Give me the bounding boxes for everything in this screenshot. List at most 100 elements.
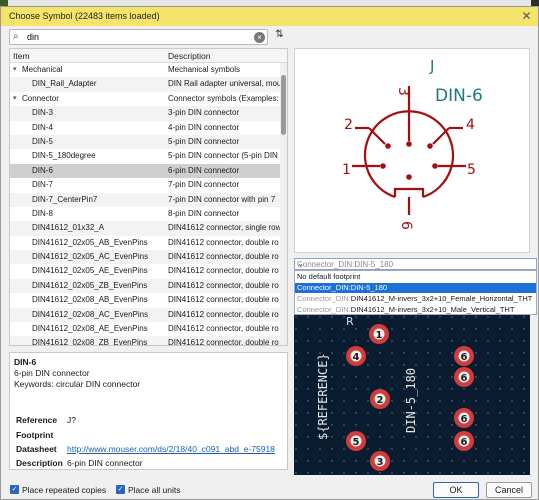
pad-number: 3 xyxy=(377,457,384,468)
tree-row[interactable]: DIN-5_180degree 5-pin DIN connector (5-pi… xyxy=(10,149,280,163)
tree-item-description: DIN41612 connector, double ro xyxy=(168,295,279,305)
tree-row[interactable]: DIN41612_02x08_AB_EvenPins DIN41612 conne… xyxy=(10,293,280,307)
pin-5-label: 5 xyxy=(467,162,476,178)
tree-item-name: DIN-8 xyxy=(32,208,53,218)
footprint-ref-letter: R xyxy=(346,315,354,328)
expand-arrow-icon[interactable]: ▾ xyxy=(13,94,17,102)
tree-item-name: DIN41612_02x08_AE_EvenPins xyxy=(32,324,148,334)
field-value-reference: J? xyxy=(67,415,76,425)
close-icon[interactable]: ✕ xyxy=(519,9,534,24)
pin-6-label: 6 xyxy=(398,221,414,230)
field-label-reference: Reference xyxy=(16,415,58,425)
tree-item-name: Connector xyxy=(22,93,59,103)
tree-item-name: DIN-7_CenterPin7 xyxy=(32,194,98,204)
bottom-bar: ✓ Place repeated copies ✓ Place all unit… xyxy=(1,477,538,500)
footprint-pad: 6 xyxy=(454,367,474,387)
tree-row[interactable]: DIN-5 5-pin DIN connector xyxy=(10,134,280,150)
footprint-pad: 6 xyxy=(454,408,474,428)
tree-rows: ▾ Mechanical Mechanical symbols DIN_Rail_Ad… xyxy=(10,63,280,346)
info-symbol-name: DIN-6 xyxy=(14,357,37,367)
tree-item-description: DIN41612 connector, double ro xyxy=(168,309,279,319)
tree-item-name: DIN-3 xyxy=(32,108,53,118)
tree-item-name: DIN-5 xyxy=(32,136,53,146)
tree-item-description: 5-pin DIN connector (5-pin DIN xyxy=(168,151,278,161)
tree-row[interactable]: DIN_Rail_Adapter DIN Rail adapter univers… xyxy=(10,77,280,92)
search-box[interactable]: ⌕ × xyxy=(9,29,268,45)
place-repeated-checkbox[interactable]: ✓ xyxy=(10,485,19,494)
tree-item-name: DIN41612_02x08_ZB_EvenPins xyxy=(32,338,148,346)
datasheet-link[interactable]: http://www.mouser.com/ds/2/18/40_c091_ab… xyxy=(67,444,275,454)
scrollbar-thumb[interactable] xyxy=(281,75,286,135)
pad-number: 1 xyxy=(376,330,383,341)
pad-number: 5 xyxy=(353,437,360,448)
tree-group-row[interactable]: ▾ Connector Connector symbols (Examples: xyxy=(10,92,280,106)
tree-item-name: DIN41612_02x08_AC_EvenPins xyxy=(32,309,149,319)
tree-row[interactable]: DIN-7_CenterPin7 7-pin DIN connector with… xyxy=(10,192,280,207)
tree-row[interactable]: DIN-6 6-pin DIN connector xyxy=(10,163,280,179)
tree-row[interactable]: DIN-7 7-pin DIN connector xyxy=(10,178,280,192)
footprint-option-selected[interactable]: Connector_DIN:DIN-5_180 xyxy=(295,283,536,293)
footprint-pad: 6 xyxy=(454,431,474,451)
symbol-tree: Item Description ▾ Mechanical Mechanical s… xyxy=(9,48,288,346)
tree-scrollbar[interactable] xyxy=(280,63,287,345)
footprint-pad: 6 xyxy=(454,346,474,366)
footprint-preview: R ${REFERENCE} DIN-5_180 1 4 6 6 2 6 5 6 3 xyxy=(294,315,530,475)
place-all-units-label: Place all units xyxy=(128,485,181,495)
tree-row[interactable]: DIN41612_02x08_AE_EvenPins DIN41612 conne… xyxy=(10,322,280,336)
tree-item-name: DIN_Rail_Adapter xyxy=(32,79,97,89)
column-header-item[interactable]: Item xyxy=(13,51,30,61)
footprint-graphic: R ${REFERENCE} DIN-5_180 1 4 6 6 2 6 5 6 3 xyxy=(294,315,530,475)
pad-number: 6 xyxy=(461,414,468,425)
tree-item-description: 7-pin DIN connector xyxy=(168,180,240,190)
footprint-pad: 1 xyxy=(369,324,389,344)
tree-row[interactable]: DIN41612_01x32_A DIN41612 connector, sing… xyxy=(10,221,280,236)
tree-item-description: DIN41612 connector, double ro xyxy=(168,338,279,346)
tree-item-description: DIN41612 connector, double ro xyxy=(168,280,279,290)
footprint-option[interactable]: No default footprint xyxy=(295,272,536,282)
symbol-info-panel: DIN-6 6-pin DIN connector Keywords: circ… xyxy=(9,352,288,470)
cancel-button[interactable]: Cancel xyxy=(486,482,532,498)
pin-4-label: 4 xyxy=(466,117,475,133)
pin-2-label: 2 xyxy=(344,117,353,133)
tree-item-description: 6-pin DIN connector xyxy=(168,165,240,175)
tree-row[interactable]: DIN41612_02x05_AC_EvenPins DIN41612 conne… xyxy=(10,250,280,265)
symbol-value: DIN-6 xyxy=(435,86,483,106)
pad-number: 6 xyxy=(461,373,468,384)
search-input[interactable] xyxy=(27,31,247,43)
tree-item-name: DIN41612_02x05_AE_EvenPins xyxy=(32,266,148,276)
column-header-description[interactable]: Description xyxy=(168,51,211,61)
footprint-pad: 4 xyxy=(346,346,366,366)
title-bar[interactable]: Choose Symbol (22483 items loaded) ✕ xyxy=(1,7,538,26)
clear-search-icon[interactable]: × xyxy=(254,32,265,43)
place-all-units-checkbox[interactable]: ✓ xyxy=(116,485,125,494)
search-icon: ⌕ xyxy=(13,31,19,42)
din6-symbol-graphic: J DIN-6 1 2 3 4 5 6 xyxy=(342,57,483,230)
pad-number: 6 xyxy=(461,437,468,448)
tree-row[interactable]: DIN41612_02x05_AB_EvenPins DIN41612 conne… xyxy=(10,236,280,250)
tree-row[interactable]: DIN41612_02x05_ZB_EvenPins DIN41612 conne… xyxy=(10,278,280,294)
choose-symbol-dialog: Choose Symbol (22483 items loaded) ✕ ⌕ ×… xyxy=(0,6,539,500)
tree-row[interactable]: DIN-4 4-pin DIN connector xyxy=(10,121,280,135)
tree-group-row[interactable]: ▾ Mechanical Mechanical symbols xyxy=(10,63,280,77)
tree-item-description: 3-pin DIN connector xyxy=(168,108,240,118)
tree-row[interactable]: DIN41612_02x05_AE_EvenPins DIN41612 conne… xyxy=(10,264,280,278)
pad-number: 6 xyxy=(461,352,468,363)
footprint-reference-label: ${REFERENCE} xyxy=(316,353,330,440)
footprint-value-label: DIN-5_180 xyxy=(404,368,418,433)
tree-row[interactable]: DIN41612_02x08_ZB_EvenPins DIN41612 conne… xyxy=(10,336,280,346)
ok-button[interactable]: OK xyxy=(433,482,479,498)
footprint-select[interactable]: Connector_DIN:DIN-5_180 ⌄ xyxy=(294,258,537,270)
tree-row[interactable]: DIN41612_02x08_AC_EvenPins DIN41612 conne… xyxy=(10,307,280,323)
tree-row[interactable]: DIN-8 8-pin DIN connector xyxy=(10,207,280,221)
footprint-pad: 5 xyxy=(346,431,366,451)
tree-item-description: Mechanical symbols xyxy=(168,65,241,74)
footprint-option[interactable]: Connector_DIN:DIN41612_M-invers_3x2+10_F… xyxy=(295,294,536,304)
tree-item-description: DIN41612 connector, double ro xyxy=(168,324,279,334)
footprint-option[interactable]: Connector_DIN:DIN41612_M-invers_3x2+10_M… xyxy=(295,305,536,315)
expand-arrow-icon[interactable]: ▾ xyxy=(13,65,17,73)
field-label-footprint: Footprint xyxy=(16,430,54,440)
pad-number: 4 xyxy=(353,352,360,363)
tree-row[interactable]: DIN-3 3-pin DIN connector xyxy=(10,106,280,121)
sort-icon[interactable]: ⇅ xyxy=(272,29,287,45)
tree-header: Item Description xyxy=(10,49,287,63)
